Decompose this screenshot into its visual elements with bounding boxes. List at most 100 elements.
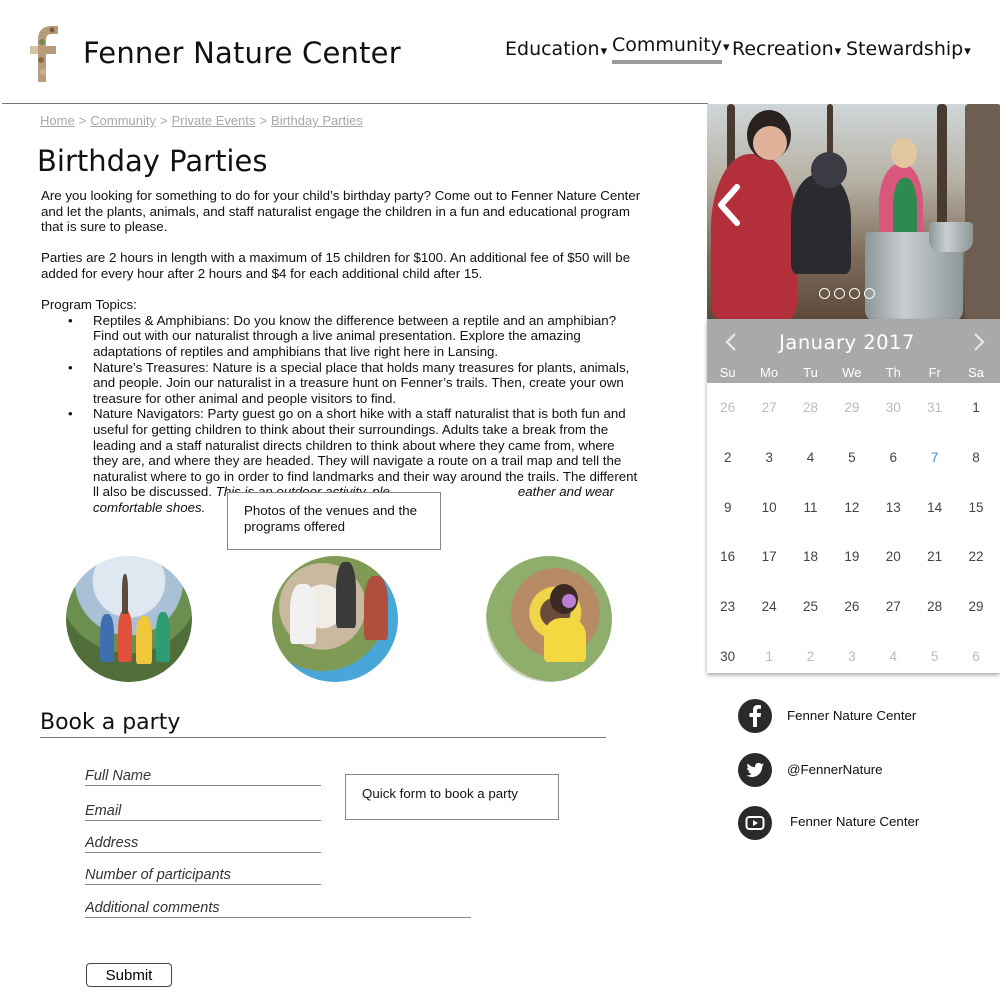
calendar-day[interactable]: 30 bbox=[707, 649, 748, 664]
calendar-day[interactable]: 27 bbox=[873, 599, 914, 614]
calendar-day[interactable]: 17 bbox=[748, 549, 789, 564]
calendar-day[interactable]: 27 bbox=[748, 400, 789, 415]
list-item: Reptiles & Amphibians: Do you know the d… bbox=[41, 313, 641, 360]
calendar-day[interactable]: 29 bbox=[831, 400, 872, 415]
carousel-dot[interactable] bbox=[864, 288, 875, 299]
calendar-day[interactable]: 14 bbox=[914, 500, 955, 515]
events-calendar: January 2017 Su Mo Tu We Th Fr Sa 26 27 28… bbox=[707, 319, 1000, 673]
email-field[interactable] bbox=[85, 803, 321, 821]
calendar-day[interactable]: 4 bbox=[873, 649, 914, 664]
topics-list: Reptiles & Amphibians: Do you know the d… bbox=[41, 313, 641, 516]
calendar-day[interactable]: 29 bbox=[955, 599, 996, 614]
calendar-day[interactable]: 9 bbox=[707, 500, 748, 515]
carousel-dot[interactable] bbox=[819, 288, 830, 299]
calendar-day[interactable]: 2 bbox=[707, 450, 748, 465]
calendar-day[interactable]: 30 bbox=[873, 400, 914, 415]
pricing-paragraph: Parties are 2 hours in length with a max… bbox=[41, 250, 631, 281]
calendar-day[interactable]: 5 bbox=[914, 649, 955, 664]
site-header: Fenner Nature Center Education▾ Communit… bbox=[0, 0, 1000, 104]
venue-photo-magnifier[interactable] bbox=[486, 556, 612, 682]
calendar-day[interactable]: 24 bbox=[748, 599, 789, 614]
twitter-icon[interactable] bbox=[738, 753, 772, 787]
calendar-day[interactable]: 19 bbox=[831, 549, 872, 564]
calendar-day[interactable]: 12 bbox=[831, 500, 872, 515]
calendar-week-row: 16 17 18 19 20 21 22 bbox=[707, 532, 1000, 582]
calendar-day[interactable]: 3 bbox=[748, 450, 789, 465]
calendar-week-row: 30 1 2 3 4 5 6 bbox=[707, 631, 1000, 681]
calendar-day[interactable]: 23 bbox=[707, 599, 748, 614]
calendar-day[interactable]: 6 bbox=[873, 450, 914, 465]
calendar-week-row: 9 10 11 12 13 14 15 bbox=[707, 482, 1000, 532]
nav-active-indicator bbox=[612, 60, 722, 64]
weekday-label: Tu bbox=[803, 365, 818, 380]
calendar-day[interactable]: 4 bbox=[790, 450, 831, 465]
calendar-day[interactable]: 16 bbox=[707, 549, 748, 564]
calendar-day[interactable]: 18 bbox=[790, 549, 831, 564]
calendar-day[interactable]: 26 bbox=[831, 599, 872, 614]
full-name-field[interactable] bbox=[85, 768, 321, 786]
breadcrumb-birthday-parties[interactable]: Birthday Parties bbox=[271, 113, 363, 128]
carousel-prev-button[interactable] bbox=[713, 183, 745, 227]
chevron-down-icon: ▾ bbox=[834, 44, 842, 59]
calendar-month: January 2017 bbox=[779, 331, 915, 354]
breadcrumb-separator: > bbox=[78, 113, 87, 128]
weekday-label: Sa bbox=[968, 365, 984, 380]
breadcrumb-community[interactable]: Community bbox=[90, 113, 156, 128]
intro-paragraph: Are you looking for something to do for … bbox=[41, 188, 641, 235]
calendar-week-row: 23 24 25 26 27 28 29 bbox=[707, 582, 1000, 632]
submit-button[interactable]: Submit bbox=[86, 963, 172, 987]
calendar-day[interactable]: 28 bbox=[914, 599, 955, 614]
calendar-grid: 26 27 28 29 30 31 1 2 3 4 5 6 7 8 9 10 11 12 13 14 15 16 17 18 1… bbox=[707, 383, 1000, 681]
address-field[interactable] bbox=[85, 835, 321, 853]
nav-recreation[interactable]: Recreation▾ bbox=[732, 38, 841, 60]
calendar-day[interactable]: 10 bbox=[748, 500, 789, 515]
calendar-day[interactable]: 20 bbox=[873, 549, 914, 564]
calendar-day[interactable]: 1 bbox=[955, 400, 996, 415]
venue-photo-activity[interactable] bbox=[272, 556, 398, 682]
breadcrumb-separator: > bbox=[259, 113, 268, 128]
nav-education[interactable]: Education▾ bbox=[505, 38, 607, 60]
book-party-heading: Book a party bbox=[40, 710, 181, 735]
calendar-day[interactable]: 21 bbox=[914, 549, 955, 564]
calendar-day[interactable]: 3 bbox=[831, 649, 872, 664]
calendar-day[interactable]: 22 bbox=[955, 549, 996, 564]
chevron-right-icon[interactable] bbox=[969, 331, 989, 353]
calendar-day[interactable]: 11 bbox=[790, 500, 831, 515]
main-content: Are you looking for something to do for … bbox=[41, 188, 641, 515]
chevron-down-icon: ▾ bbox=[600, 44, 608, 59]
nav-stewardship[interactable]: Stewardship▾ bbox=[846, 38, 971, 60]
venue-photo-group-hike[interactable] bbox=[66, 556, 192, 682]
chevron-down-icon: ▾ bbox=[722, 40, 730, 55]
youtube-icon[interactable] bbox=[738, 806, 772, 840]
calendar-day[interactable]: 31 bbox=[914, 400, 955, 415]
calendar-day[interactable]: 13 bbox=[873, 500, 914, 515]
facebook-label[interactable]: Fenner Nature Center bbox=[787, 708, 916, 723]
carousel-dot[interactable] bbox=[834, 288, 845, 299]
calendar-day[interactable]: 1 bbox=[748, 649, 789, 664]
nav-community[interactable]: Community▾ bbox=[612, 34, 730, 56]
calendar-day[interactable]: 25 bbox=[790, 599, 831, 614]
calendar-day[interactable]: 28 bbox=[790, 400, 831, 415]
annotation-form: Quick form to book a party bbox=[345, 774, 559, 820]
youtube-label[interactable]: Fenner Nature Center bbox=[790, 814, 919, 829]
carousel-dot[interactable] bbox=[849, 288, 860, 299]
calendar-day[interactable]: 2 bbox=[790, 649, 831, 664]
list-item: Nature’s Treasures: Nature is a special … bbox=[41, 360, 641, 407]
facebook-icon[interactable] bbox=[738, 699, 772, 733]
twitter-label[interactable]: @FennerNature bbox=[787, 762, 883, 777]
calendar-day[interactable]: 6 bbox=[955, 649, 996, 664]
calendar-header: January 2017 Su Mo Tu We Th Fr Sa bbox=[707, 319, 1000, 383]
site-title[interactable]: Fenner Nature Center bbox=[83, 36, 401, 70]
breadcrumb: Home > Community > Private Events > Birthday P… bbox=[40, 113, 363, 128]
calendar-day[interactable]: 26 bbox=[707, 400, 748, 415]
calendar-day[interactable]: 5 bbox=[831, 450, 872, 465]
calendar-day[interactable]: 8 bbox=[955, 450, 996, 465]
breadcrumb-private-events[interactable]: Private Events bbox=[172, 113, 256, 128]
breadcrumb-home[interactable]: Home bbox=[40, 113, 75, 128]
participants-field[interactable] bbox=[85, 867, 321, 885]
comments-field[interactable] bbox=[85, 900, 471, 918]
site-logo-icon[interactable] bbox=[24, 22, 62, 84]
calendar-day-highlighted[interactable]: 7 bbox=[914, 450, 955, 465]
calendar-day[interactable]: 15 bbox=[955, 500, 996, 515]
calendar-week-row: 2345678 bbox=[707, 433, 1000, 483]
